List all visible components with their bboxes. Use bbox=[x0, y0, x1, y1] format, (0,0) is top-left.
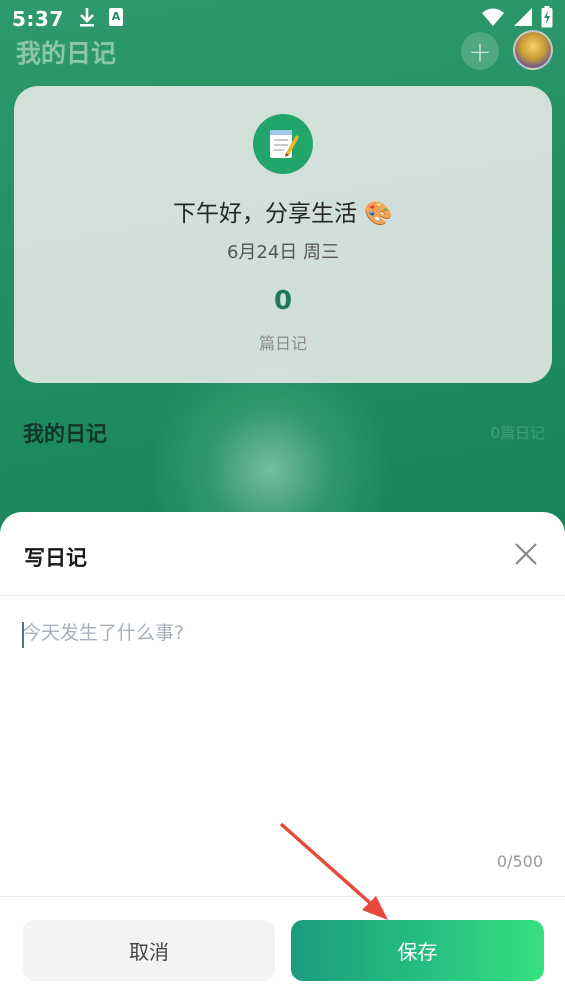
diary-count-label: 篇日记 bbox=[258, 334, 307, 353]
a-keyboard-icon: A bbox=[108, 7, 124, 31]
write-diary-sheet: 写日记 0/500 取消 保存 bbox=[0, 512, 565, 1004]
wifi-icon bbox=[481, 7, 505, 31]
sheet-divider bbox=[0, 595, 565, 596]
battery-charging-icon bbox=[541, 6, 553, 32]
status-right-icons bbox=[481, 6, 553, 32]
footer-divider bbox=[0, 896, 565, 897]
download-icon bbox=[78, 7, 96, 31]
date-text: 6月24日 周三 bbox=[226, 242, 340, 263]
app-title: 我的日记 bbox=[16, 39, 117, 68]
svg-text:A: A bbox=[111, 10, 120, 23]
summary-card: 下午好，分享生活 🎨 6月24日 周三 0 篇日记 bbox=[14, 86, 552, 383]
status-time: 5:37 bbox=[12, 7, 64, 31]
status-left-icons: A bbox=[78, 7, 124, 31]
text-caret bbox=[22, 622, 24, 648]
section-count-link: 0篇日记 bbox=[490, 424, 545, 442]
plus-icon: + bbox=[468, 34, 492, 68]
cancel-button[interactable]: 取消 bbox=[23, 920, 275, 981]
diary-count: 0 bbox=[273, 286, 293, 316]
add-diary-button[interactable]: + bbox=[461, 32, 499, 70]
signal-icon bbox=[513, 7, 533, 31]
memo-icon bbox=[253, 114, 313, 174]
greeting-text: 下午好，分享生活 🎨 bbox=[173, 201, 393, 227]
section-title: 我的日记 bbox=[23, 422, 107, 446]
sheet-title: 写日记 bbox=[24, 546, 87, 570]
diary-content-input[interactable] bbox=[22, 618, 542, 848]
close-button[interactable] bbox=[510, 540, 542, 572]
close-icon bbox=[514, 542, 538, 570]
char-count: 0/500 bbox=[496, 852, 543, 871]
avatar[interactable] bbox=[513, 30, 553, 70]
save-button[interactable]: 保存 bbox=[291, 920, 544, 981]
